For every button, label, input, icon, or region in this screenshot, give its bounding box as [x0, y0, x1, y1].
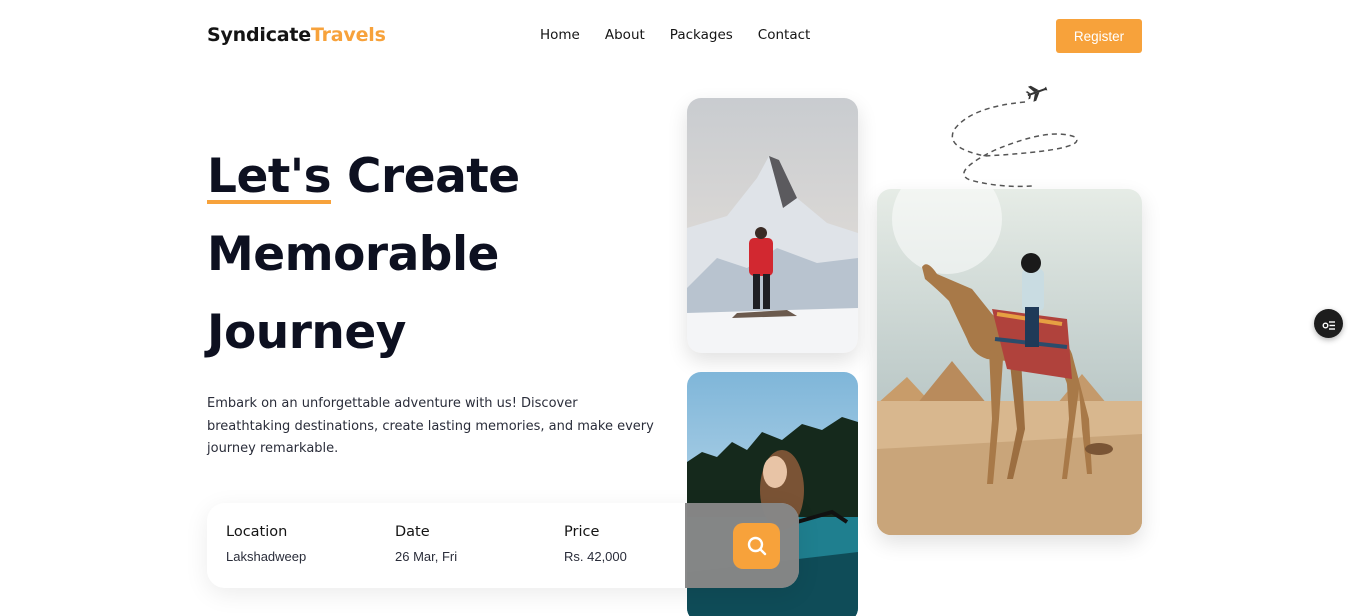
price-label: Price — [564, 524, 600, 540]
date-field[interactable]: Date 26 Mar, Fri — [395, 524, 457, 564]
date-value: 26 Mar, Fri — [395, 549, 458, 564]
location-label: Location — [226, 524, 288, 540]
search-icon — [747, 536, 766, 556]
desert-camel-photo — [877, 189, 1142, 535]
location-value: Lakshadweep — [226, 549, 307, 564]
price-field[interactable]: Price Rs. 42,000 — [564, 524, 627, 564]
flight-path-decoration — [951, 85, 1078, 188]
list-settings-icon — [1322, 320, 1335, 330]
nav-contact[interactable]: Contact — [758, 27, 811, 43]
brand-name-part2: Travels — [310, 24, 386, 46]
brand-name-part1: Syndicate — [207, 24, 311, 46]
search-button[interactable] — [733, 523, 780, 569]
hero-title: Let's Create Memorable Journey — [207, 138, 677, 372]
register-button[interactable]: Register — [1056, 19, 1142, 53]
main-nav: Home About Packages Contact — [540, 27, 835, 43]
hero-title-highlight: Let's — [207, 138, 332, 216]
side-settings-button[interactable] — [1314, 309, 1343, 338]
mountain-photo — [687, 98, 858, 353]
nav-home[interactable]: Home — [540, 27, 580, 43]
airplane-icon — [1025, 85, 1048, 102]
hero-title-line1-rest: Create — [331, 149, 520, 204]
nav-about[interactable]: About — [605, 27, 645, 43]
hero-title-line3: Journey — [207, 305, 406, 360]
hero-title-line1: Let's Create — [207, 138, 677, 216]
hero-title-line2: Memorable — [207, 227, 499, 282]
location-field[interactable]: Location Lakshadweep — [226, 524, 306, 564]
hero-description: Embark on an unforgettable adventure wit… — [207, 396, 654, 456]
price-value: Rs. 42,000 — [564, 549, 627, 564]
nav-packages[interactable]: Packages — [670, 27, 733, 43]
date-label: Date — [395, 524, 430, 540]
brand-logo[interactable]: SyndicateTravels — [207, 24, 386, 46]
